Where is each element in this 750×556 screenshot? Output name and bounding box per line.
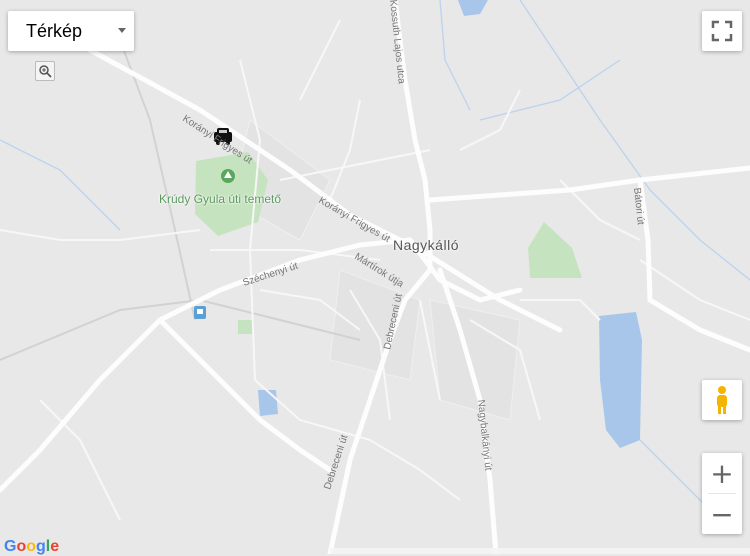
cemetery-label[interactable]: Krúdy Gyula úti temető bbox=[159, 192, 281, 206]
chevron-down-icon bbox=[118, 28, 126, 33]
zoom-area-icon[interactable] bbox=[35, 61, 55, 81]
town-label: Nagykálló bbox=[393, 237, 459, 253]
zoom-out-button[interactable]: − bbox=[702, 494, 742, 534]
fullscreen-icon bbox=[711, 20, 733, 42]
pegman-icon bbox=[717, 386, 727, 414]
map-attribution-bar bbox=[330, 548, 750, 554]
map-canvas[interactable]: Korányi Frigyes út Korányi Frigyes út Má… bbox=[0, 0, 750, 554]
park-poi-icon[interactable] bbox=[221, 169, 235, 183]
bus-stop-icon[interactable] bbox=[194, 306, 206, 319]
map-type-label: Térkép bbox=[26, 20, 83, 41]
zoom-in-button[interactable]: + bbox=[702, 453, 742, 493]
google-logo[interactable]: Google bbox=[4, 538, 59, 556]
map-type-dropdown[interactable]: Térkép bbox=[8, 11, 134, 51]
street-view-pegman-button[interactable] bbox=[702, 380, 742, 420]
zoom-control: + − bbox=[702, 453, 742, 534]
fullscreen-button[interactable] bbox=[702, 11, 742, 51]
